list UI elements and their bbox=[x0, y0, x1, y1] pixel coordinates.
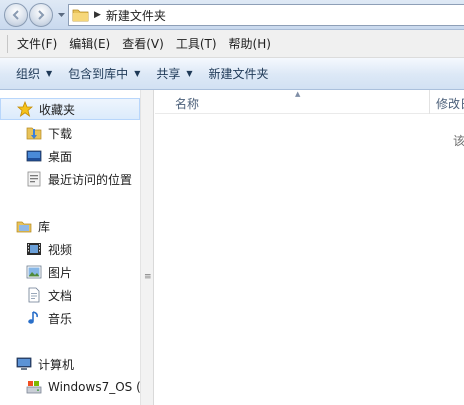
menu-view[interactable]: 查看(V) bbox=[116, 32, 170, 55]
share-button[interactable]: 共享 ▼ bbox=[148, 61, 200, 86]
sort-ascending-icon: ▲ bbox=[295, 90, 301, 98]
tree-libraries-label: 库 bbox=[38, 219, 51, 234]
tree-item-drive-c[interactable]: Windows7_OS ( bbox=[26, 376, 140, 398]
tree-item-label: 桌面 bbox=[48, 149, 73, 164]
tree-libraries[interactable]: 库 bbox=[16, 215, 50, 237]
desktop-icon bbox=[26, 150, 42, 162]
menu-file[interactable]: 文件(F) bbox=[11, 32, 63, 55]
menu-separator bbox=[7, 34, 8, 53]
chevron-down-icon: ▼ bbox=[186, 69, 193, 78]
download-folder-icon bbox=[26, 127, 42, 140]
splitter-grip-icon: ≡ bbox=[144, 272, 152, 282]
navigation-pane-splitter[interactable]: ≡ bbox=[140, 90, 154, 405]
tree-item-label: 视频 bbox=[48, 242, 73, 257]
new-folder-button[interactable]: 新建文件夹 bbox=[201, 61, 277, 86]
music-icon bbox=[28, 311, 38, 324]
share-label: 共享 bbox=[156, 67, 181, 81]
tree-item-recent-places[interactable]: 最近访问的位置 bbox=[26, 168, 132, 190]
folder-icon bbox=[72, 9, 89, 22]
tree-item-label: 最近访问的位置 bbox=[48, 172, 133, 187]
include-in-library-button[interactable]: 包含到库中 ▼ bbox=[60, 61, 148, 86]
recent-pages-dropdown[interactable] bbox=[57, 11, 66, 19]
navigation-pane: 收藏夹 下载 桌面 最近访问的位置 库 视频 图片 文档 音乐 计算机 Wind… bbox=[0, 90, 140, 405]
forward-button[interactable] bbox=[29, 3, 53, 27]
tree-item-label: 图片 bbox=[48, 265, 73, 280]
drive-icon bbox=[26, 381, 42, 394]
empty-folder-message: 该 bbox=[453, 134, 464, 148]
library-icon bbox=[16, 221, 32, 233]
back-arrow-icon bbox=[12, 10, 19, 20]
new-folder-label: 新建文件夹 bbox=[208, 67, 269, 81]
chevron-down-icon: ▼ bbox=[46, 69, 53, 78]
recent-places-icon bbox=[27, 171, 41, 187]
column-header-name[interactable]: 名称 bbox=[175, 95, 199, 112]
chevron-down-icon: ▼ bbox=[134, 69, 141, 78]
menu-tools[interactable]: 工具(T) bbox=[170, 32, 223, 55]
tree-item-label: 音乐 bbox=[48, 311, 73, 326]
tree-favorites-label: 收藏夹 bbox=[39, 102, 76, 117]
forward-arrow-icon bbox=[38, 10, 45, 20]
address-field[interactable]: ▶ 新建文件夹 bbox=[68, 4, 464, 26]
tree-computer-label: 计算机 bbox=[38, 357, 75, 372]
tree-item-pictures[interactable]: 图片 bbox=[26, 261, 72, 283]
file-list: 名称 ▲ 修改日 该 bbox=[155, 90, 464, 405]
menu-edit[interactable]: 编辑(E) bbox=[63, 32, 116, 55]
tree-item-label: 下载 bbox=[48, 126, 73, 141]
tree-favorites[interactable]: 收藏夹 bbox=[0, 98, 140, 120]
document-icon bbox=[28, 287, 40, 303]
computer-icon bbox=[16, 357, 32, 370]
tree-computer[interactable]: 计算机 bbox=[16, 353, 74, 375]
menu-help[interactable]: 帮助(H) bbox=[223, 32, 277, 55]
breadcrumb-current[interactable]: 新建文件夹 bbox=[106, 7, 166, 24]
tree-item-downloads[interactable]: 下载 bbox=[26, 122, 72, 144]
tree-item-label: Windows7_OS ( bbox=[48, 380, 140, 394]
command-bar: 组织 ▼ 包含到库中 ▼ 共享 ▼ 新建文件夹 bbox=[0, 58, 464, 90]
include-in-library-label: 包含到库中 bbox=[68, 67, 129, 81]
picture-icon bbox=[26, 265, 42, 279]
breadcrumb-chevron-icon[interactable]: ▶ bbox=[94, 10, 101, 20]
tree-item-documents[interactable]: 文档 bbox=[26, 284, 72, 306]
column-header-row: 名称 ▲ 修改日 bbox=[155, 90, 464, 114]
address-bar: ▶ 新建文件夹 bbox=[0, 0, 464, 30]
tree-item-music[interactable]: 音乐 bbox=[26, 307, 72, 329]
menu-bar: 文件(F) 编辑(E) 查看(V) 工具(T) 帮助(H) bbox=[0, 30, 464, 58]
back-button[interactable] bbox=[4, 3, 28, 27]
organize-label: 组织 bbox=[16, 67, 41, 81]
column-header-modified[interactable]: 修改日 bbox=[436, 95, 464, 112]
column-divider[interactable] bbox=[429, 90, 430, 114]
video-icon bbox=[27, 243, 41, 255]
tree-item-videos[interactable]: 视频 bbox=[26, 238, 72, 260]
tree-item-desktop[interactable]: 桌面 bbox=[26, 145, 72, 167]
star-icon bbox=[17, 101, 33, 117]
organize-button[interactable]: 组织 ▼ bbox=[8, 61, 60, 86]
tree-item-label: 文档 bbox=[48, 288, 73, 303]
